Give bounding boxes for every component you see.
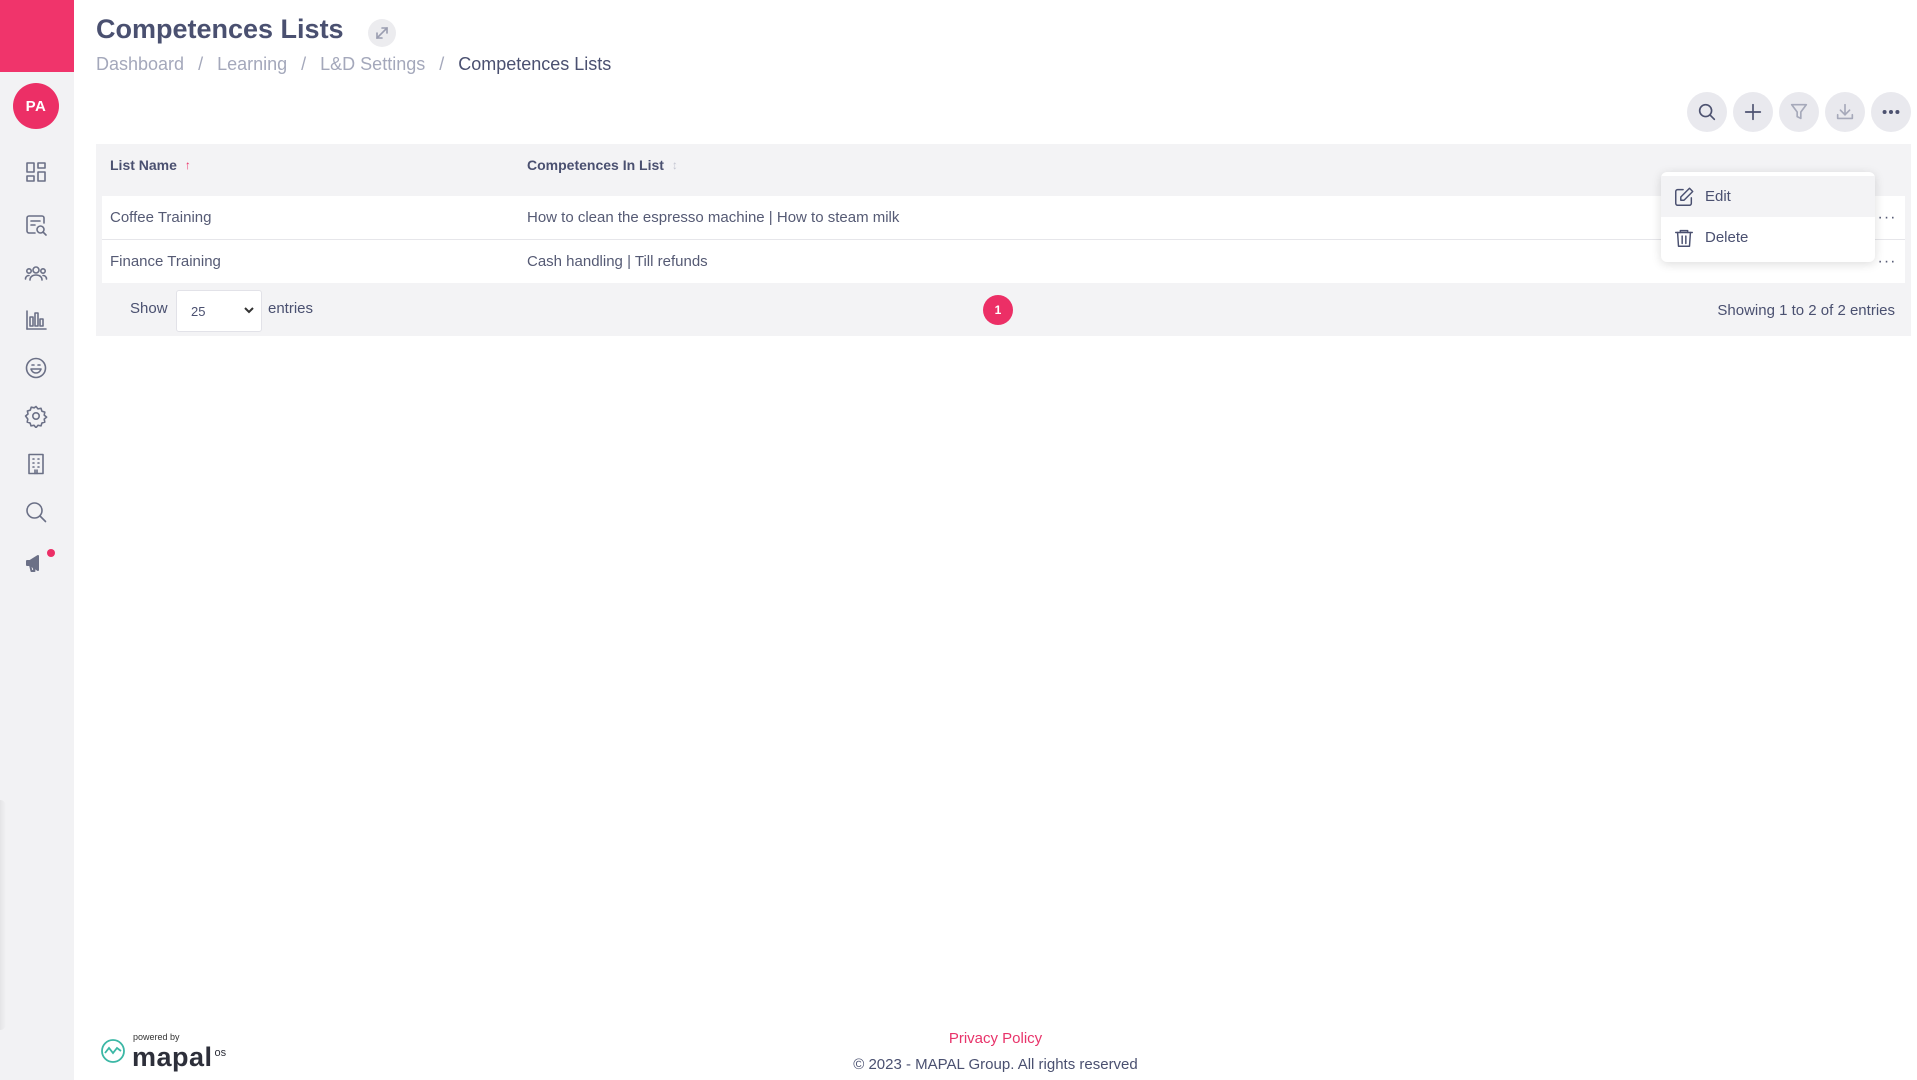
expand-button[interactable] [368,19,396,47]
breadcrumb-ld-settings[interactable]: L&D Settings [320,54,425,75]
building-icon[interactable] [22,450,50,478]
avatar[interactable]: PA [13,83,59,129]
dashboard-icon[interactable] [22,158,50,186]
entries-label: entries [268,300,314,317]
page-size-select[interactable]: 25 [176,290,262,332]
edit-icon [1675,187,1694,206]
column-label: Competences In List [527,157,664,173]
breadcrumb-dashboard[interactable]: Dashboard [96,54,184,75]
competences-cell: How to clean the espresso machine | How … [527,209,900,226]
chevron-down-icon [243,304,255,316]
more-button[interactable] [1871,92,1911,132]
edit-menu-item[interactable]: Edit [1661,176,1875,217]
plus-icon [1744,103,1762,121]
page-1-button[interactable]: 1 [983,295,1013,325]
smiley-icon[interactable] [22,354,50,382]
privacy-policy-link[interactable]: Privacy Policy [949,1030,1042,1047]
table-row[interactable]: Coffee Training How to clean the espress… [102,196,1905,239]
people-icon[interactable] [22,259,50,287]
column-header-competences[interactable]: Competences In List ↕ [527,144,678,186]
breadcrumb-separator: / [198,54,204,74]
copyright: © 2023 - MAPAL Group. All rights reserve… [853,1056,1138,1073]
list-name-cell: Finance Training [110,253,221,270]
toolbar [1687,92,1911,132]
search-button[interactable] [1687,92,1727,132]
download-button[interactable] [1825,92,1865,132]
table-row[interactable]: Finance Training Cash handling | Till re… [102,240,1905,283]
megaphone-icon[interactable] [22,549,50,577]
page-title: Competences Lists [96,14,344,44]
entries-summary: Showing 1 to 2 of 2 entries [1717,302,1895,319]
show-label: Show [130,300,168,317]
menu-item-label: Edit [1705,188,1731,205]
gear-icon[interactable] [22,402,50,430]
search-icon[interactable] [22,498,50,526]
menu-item-label: Delete [1705,229,1749,246]
column-header-list-name[interactable]: List Name ↑ [110,144,191,186]
filter-button[interactable] [1779,92,1819,132]
sort-asc-icon: ↑ [184,158,191,172]
notification-dot [47,549,55,557]
expand-icon [376,27,388,39]
row-more-button[interactable]: ··· [1875,250,1899,274]
sidebar-edge [0,800,6,1030]
privacy-policy-row: Privacy Policy [0,1030,1917,1047]
row-more-button[interactable]: ··· [1875,206,1899,230]
add-button[interactable] [1733,92,1773,132]
sidebar: PA [0,0,74,1080]
page-size-value: 25 [191,303,206,319]
row-actions-menu: Edit Delete [1661,172,1875,262]
breadcrumb-separator: / [301,54,307,74]
delete-menu-item[interactable]: Delete [1661,217,1875,258]
sort-icon: ↕ [671,158,678,172]
bar-chart-icon[interactable] [22,306,50,334]
download-icon [1836,103,1854,120]
breadcrumb-separator: / [439,54,445,74]
list-name-cell: Coffee Training [110,209,212,226]
more-icon [1882,109,1900,115]
competences-cell: Cash handling | Till refunds [527,253,708,270]
breadcrumb-learning[interactable]: Learning [217,54,287,75]
column-label: List Name [110,157,177,173]
breadcrumb: Dashboard / Learning / L&D Settings / Co… [96,54,611,75]
trash-icon [1675,229,1693,247]
search-document-icon[interactable] [22,211,50,239]
brand-block[interactable] [0,0,74,72]
breadcrumb-current: Competences Lists [458,54,612,74]
filter-icon [1790,103,1808,120]
search-icon [1698,103,1716,121]
